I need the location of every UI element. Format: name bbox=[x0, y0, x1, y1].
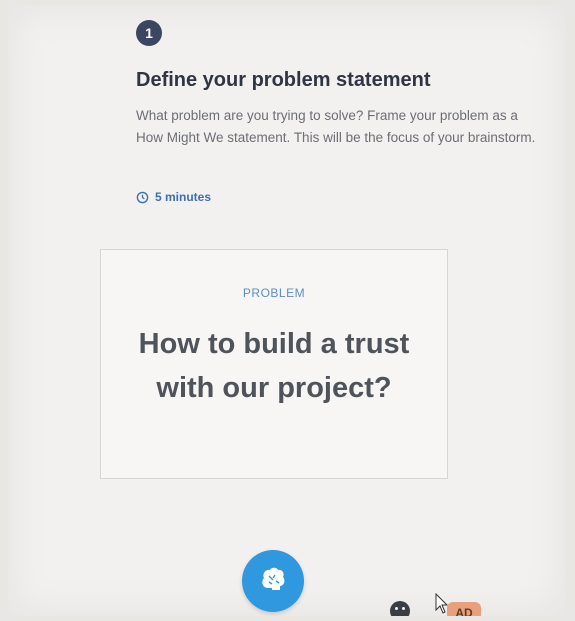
step-number-badge: 1 bbox=[136, 20, 162, 46]
problem-question: How to build a trust with our project? bbox=[138, 328, 410, 404]
problem-card[interactable]: PROBLEM How to build a trust with our pr… bbox=[100, 249, 448, 479]
emoji-reaction-icon[interactable] bbox=[390, 601, 410, 616]
app-screen: 1 Define your problem statement What pro… bbox=[8, 5, 565, 616]
user-avatar[interactable]: AD bbox=[447, 602, 481, 616]
step-title: Define your problem statement bbox=[136, 69, 431, 91]
problem-label: PROBLEM bbox=[242, 286, 306, 300]
step-description: What problem are you trying to solve? Fr… bbox=[136, 108, 536, 145]
duration-text: 5 minutes bbox=[155, 190, 212, 204]
brainstorm-button[interactable] bbox=[242, 550, 304, 612]
clock-icon bbox=[136, 191, 149, 204]
brain-icon bbox=[256, 562, 290, 601]
step-duration: 5 minutes bbox=[136, 190, 211, 204]
